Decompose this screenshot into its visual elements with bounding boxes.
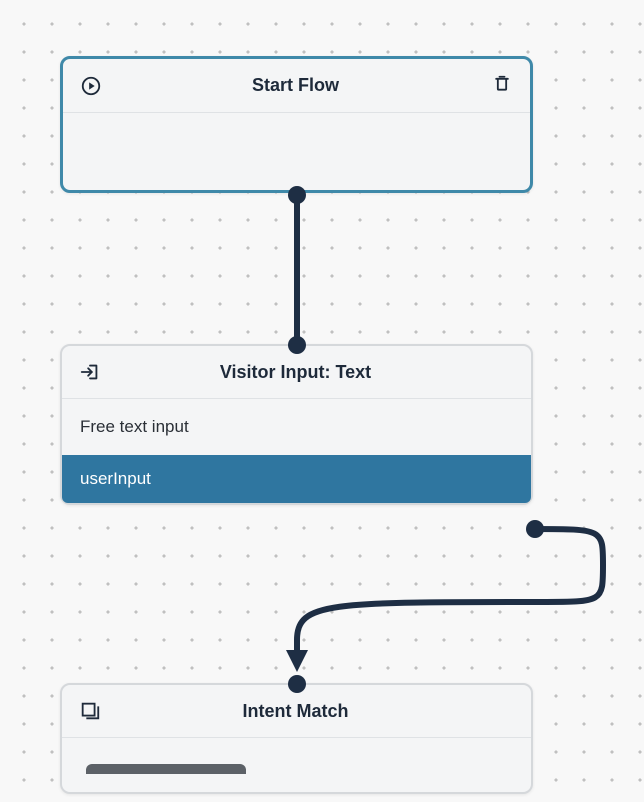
port-in-intent-match[interactable] — [288, 675, 306, 693]
node-body-text: Free text input — [62, 399, 531, 455]
node-visitor-input[interactable]: Visitor Input: Text Free text input user… — [60, 344, 533, 505]
node-intent-match[interactable]: Intent Match — [60, 683, 533, 794]
output-label: userInput — [80, 469, 151, 488]
node-header: Start Flow — [63, 59, 530, 112]
divider — [63, 112, 530, 113]
content-preview — [86, 764, 246, 774]
stack-icon — [78, 699, 102, 723]
port-out-userinput[interactable] — [526, 520, 544, 538]
port-out-start[interactable] — [288, 186, 306, 204]
node-title: Visitor Input: Text — [102, 362, 489, 383]
port-in-visitor-input[interactable] — [288, 336, 306, 354]
node-start-flow[interactable]: Start Flow — [60, 56, 533, 193]
play-circle-icon — [79, 74, 103, 98]
output-userinput[interactable]: userInput — [62, 455, 531, 503]
node-title: Intent Match — [102, 701, 489, 722]
node-title: Start Flow — [103, 75, 488, 96]
input-arrow-icon — [78, 360, 102, 384]
trash-icon[interactable] — [492, 73, 512, 98]
